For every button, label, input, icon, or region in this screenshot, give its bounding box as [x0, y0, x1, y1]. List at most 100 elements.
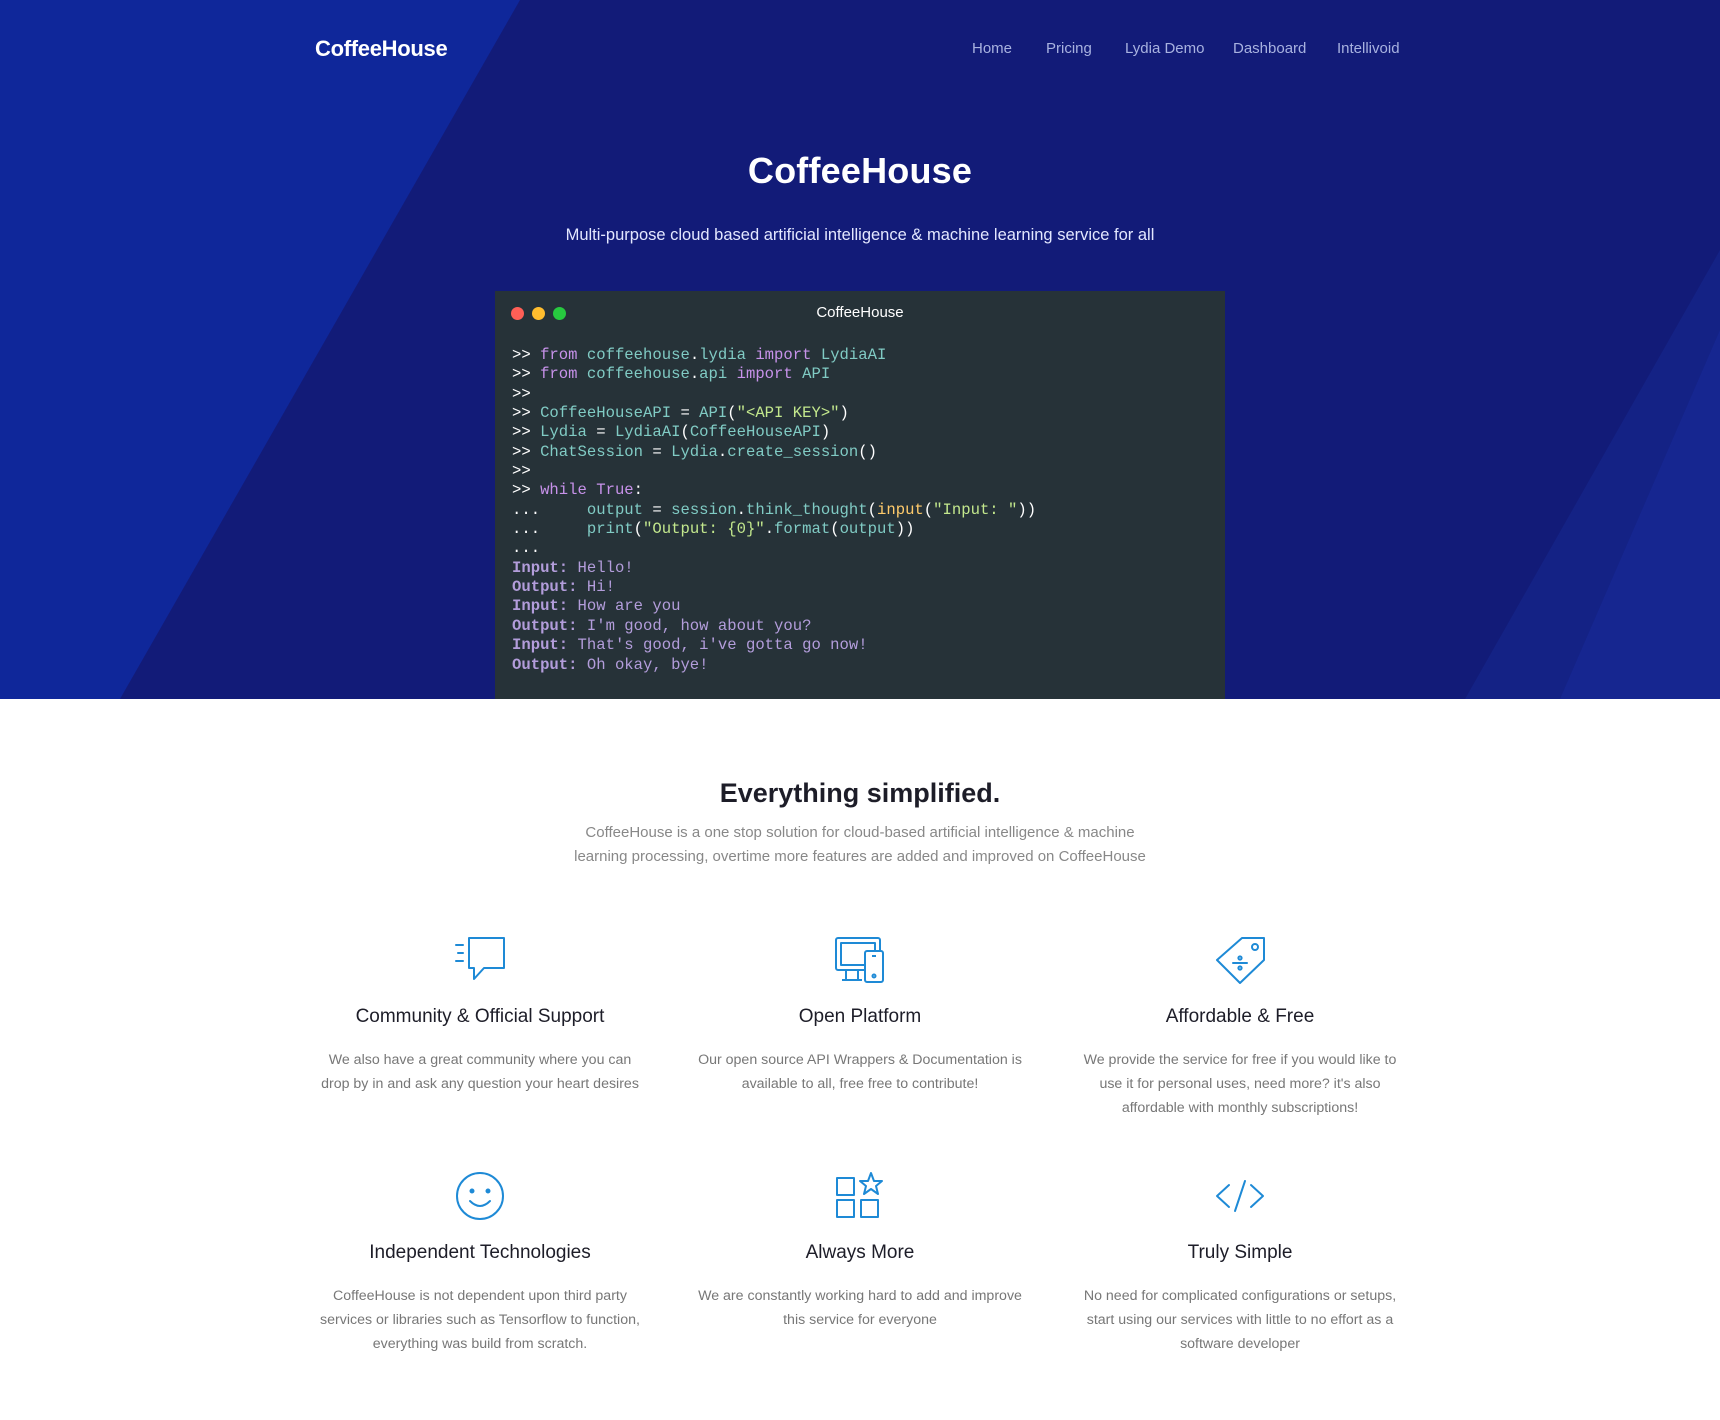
code-token: ...: [512, 520, 587, 539]
feature-independent-technologies: Independent Technologies CoffeeHouse is …: [315, 1172, 645, 1356]
top-navigation: Home Pricing Lydia Demo Dashboard Intell…: [0, 40, 1720, 60]
code-token: >>: [512, 442, 541, 461]
code-token: Hi!: [586, 578, 615, 597]
code-token: =: [596, 423, 615, 442]
code-token: .: [736, 500, 746, 519]
code-token: =: [652, 500, 672, 519]
feature-title: Community & Official Support: [355, 1006, 605, 1027]
code-token: )): [895, 520, 915, 539]
section-description: CoffeeHouse is a one stop solution for c…: [574, 824, 1146, 865]
code-token: >>: [512, 365, 541, 384]
code-token: True: [596, 481, 634, 500]
code-token: Input:: [512, 597, 578, 616]
feature-text: We provide the service for free if you w…: [1083, 1052, 1397, 1116]
code-token: lydia: [699, 346, 756, 364]
code-token: ChatSession: [540, 442, 653, 461]
code-token: (: [633, 520, 644, 539]
code-token: :: [633, 481, 644, 500]
code-token: input: [877, 500, 924, 519]
code-token: =: [680, 404, 700, 423]
code-token: "Output: {0}": [643, 520, 765, 539]
code-token: Lydia: [671, 442, 718, 461]
code-token: ): [820, 423, 831, 442]
code-token: Input:: [512, 636, 578, 655]
feature-text: We are constantly working hard to add an…: [698, 1288, 1022, 1328]
code-token: Output:: [512, 578, 587, 597]
code-token: >>: [512, 346, 541, 364]
nav-link-dashboard[interactable]: Dashboard: [1233, 40, 1306, 57]
code-token: output: [839, 520, 896, 539]
feature-title: Independent Technologies: [369, 1242, 591, 1263]
code-token: Output:: [512, 655, 587, 674]
code-token: think_thought: [745, 500, 868, 519]
feature-text: No need for complicated configurations o…: [1083, 1288, 1397, 1352]
hero-title: CoffeeHouse: [747, 150, 973, 191]
code-token: (): [858, 442, 877, 461]
code-token: .: [717, 442, 728, 461]
code-token: API: [802, 365, 831, 384]
code-token: create_session: [727, 442, 859, 461]
code-token: I'm good, how about you?: [586, 616, 812, 635]
code-token: (: [867, 500, 877, 519]
price-tag-icon: [1216, 937, 1265, 984]
code-token: =: [652, 442, 672, 461]
code-token: Oh okay, bye!: [586, 655, 709, 674]
code-token: import: [736, 365, 803, 384]
terminal-window: CoffeeHouse >> from coffeehouse.lydia im…: [495, 291, 1225, 699]
code-token: .: [689, 346, 700, 364]
code-token: ): [839, 404, 849, 423]
code-token: api: [699, 365, 737, 384]
code-token: print: [586, 520, 634, 539]
feature-title: Open Platform: [798, 1006, 922, 1027]
code-token: (: [680, 423, 690, 442]
feature-text: We also have a great community where you…: [321, 1052, 639, 1092]
feature-always-more: Always More We are constantly working ha…: [695, 1172, 1025, 1332]
smiley-icon: [456, 1172, 504, 1220]
code-token: "Input: ": [933, 500, 1018, 519]
feature-text: Our open source API Wrappers & Documenta…: [698, 1052, 1022, 1092]
code-token: import: [755, 346, 821, 364]
code-token: >>: [512, 423, 541, 442]
code-token: LydiaAI: [820, 346, 887, 364]
code-token: CoffeeHouseAPI: [689, 423, 821, 442]
terminal-title: CoffeeHouse: [816, 304, 904, 321]
code-token: ...: [512, 539, 541, 558]
section-title: Everything simplified.: [719, 778, 1001, 808]
code-icon: [1216, 1180, 1264, 1212]
code-token: (: [830, 520, 840, 539]
code-token: Lydia: [540, 423, 597, 442]
grid-star-icon: [836, 1172, 883, 1218]
feature-title: Affordable & Free: [1165, 1006, 1315, 1027]
code-token: )): [1017, 500, 1037, 519]
feature-title: Always More: [805, 1242, 915, 1263]
code-token: API: [699, 404, 728, 423]
code-token: while: [540, 481, 597, 500]
code-block: >> from coffeehouse.lydia import LydiaAI…: [512, 346, 1036, 675]
nav-link-home[interactable]: Home: [972, 40, 1012, 57]
code-token: coffeehouse: [586, 346, 690, 364]
code-token: coffeehouse: [586, 365, 690, 384]
feature-title: Truly Simple: [1187, 1242, 1293, 1263]
hero-subtitle: Multi-purpose cloud based artificial int…: [565, 226, 1155, 244]
feature-open-platform: Open Platform Our open source API Wrappe…: [695, 936, 1025, 1096]
nav-link-intellivoid[interactable]: Intellivoid: [1337, 40, 1400, 57]
code-token: How are you: [577, 597, 681, 616]
code-token: .: [764, 520, 775, 539]
feature-truly-simple: Truly Simple No need for complicated con…: [1075, 1172, 1405, 1356]
code-token: from: [540, 365, 587, 384]
code-token: >>: [512, 384, 531, 403]
code-token: ...: [512, 500, 587, 519]
feature-community-support: Community & Official Support We also hav…: [315, 936, 645, 1096]
code-token: from: [540, 346, 587, 364]
code-token: >>: [512, 481, 541, 500]
code-token: session: [671, 500, 737, 519]
code-token: CoffeeHouseAPI: [540, 404, 681, 423]
nav-link-pricing[interactable]: Pricing: [1046, 40, 1092, 57]
nav-link-lydia-demo[interactable]: Lydia Demo: [1125, 40, 1204, 57]
code-token: >>: [512, 404, 541, 423]
hero-section: CoffeeHouse Home Pricing Lydia Demo Dash…: [0, 0, 1720, 699]
chat-bubble-icon: [455, 937, 505, 980]
code-token: That's good, i've gotta go now!: [577, 636, 868, 655]
code-token: LydiaAI: [614, 423, 681, 442]
code-token: Output:: [512, 616, 587, 635]
